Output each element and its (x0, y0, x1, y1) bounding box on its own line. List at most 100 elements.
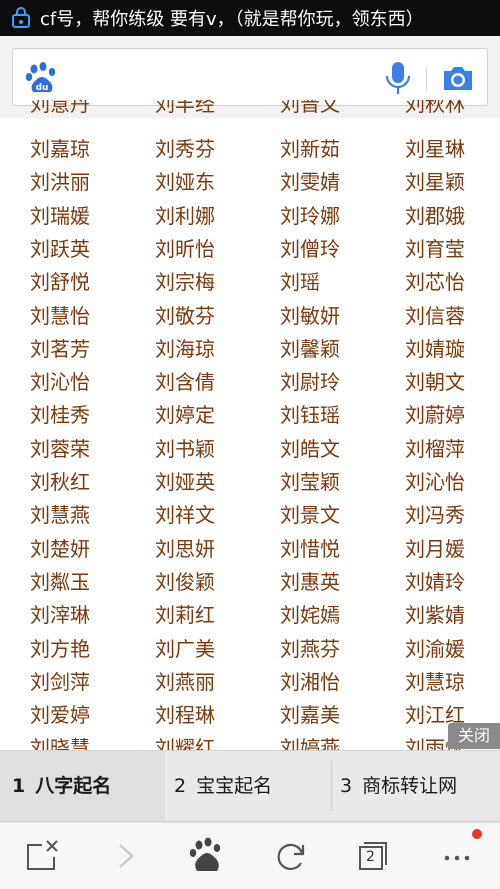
name-cell[interactable]: 刘沁怡 (405, 466, 500, 499)
name-cell[interactable]: 刘宗梅 (155, 266, 265, 299)
name-cell[interactable]: 刘慧怡 (30, 300, 140, 333)
close-button[interactable]: 关闭 (448, 723, 500, 749)
names-row: 刘秋红 刘娅英 刘莹颖 刘沁怡 (0, 466, 500, 499)
tabs-button[interactable]: 2 (350, 833, 396, 879)
name-cell[interactable]: 刘嘉美 (280, 699, 390, 732)
name-cell[interactable]: 刘姹嫣 (280, 599, 390, 632)
suggestion-item-2[interactable]: 2 宝宝起名 (166, 751, 331, 821)
name-cell[interactable]: 刘洪丽 (30, 166, 140, 199)
name-cell[interactable]: 刘惠英 (280, 566, 390, 599)
name-cell[interactable]: 刘耀红 (155, 732, 265, 750)
name-cell[interactable]: 刘婷燕 (280, 732, 390, 750)
name-cell[interactable]: 刘燕芬 (280, 633, 390, 666)
name-cell[interactable]: 刘桂秀 (30, 399, 140, 432)
name-cell[interactable]: 刘楚妍 (30, 533, 140, 566)
name-cell[interactable]: 刘惜悦 (280, 533, 390, 566)
name-cell[interactable]: 刘跃英 (30, 233, 140, 266)
name-cell[interactable]: 刘瑶 (280, 266, 390, 299)
name-cell[interactable]: 刘意丹 (30, 100, 140, 121)
name-cell[interactable]: 刘冯秀 (405, 499, 500, 532)
name-cell[interactable]: 刘景文 (280, 499, 390, 532)
name-cell[interactable]: 刘紫婧 (405, 599, 500, 632)
name-cell[interactable]: 刘茗芳 (30, 333, 140, 366)
name-cell[interactable]: 刘新茹 (280, 133, 390, 166)
name-cell[interactable]: 刘祥文 (155, 499, 265, 532)
name-cell[interactable]: 刘星颖 (405, 166, 500, 199)
name-cell[interactable]: 刘海琼 (155, 333, 265, 366)
name-cell[interactable]: 刘舒悦 (30, 266, 140, 299)
name-cell[interactable]: 刘方艳 (30, 633, 140, 666)
name-cell[interactable]: 刘晓慧 (30, 732, 140, 750)
name-cell[interactable]: 刘晋文 (280, 100, 390, 121)
name-cell[interactable]: 刘含倩 (155, 366, 265, 399)
status-bar: cf号，帮你练级 要有v，（就是帮你玩，领东西） (0, 0, 500, 36)
name-cell[interactable]: 刘滓琳 (30, 599, 140, 632)
more-icon[interactable] (434, 833, 480, 879)
name-cell[interactable]: 刘敏妍 (280, 300, 390, 333)
name-cell[interactable]: 刘尉玲 (280, 366, 390, 399)
name-cell[interactable]: 刘剑萍 (30, 666, 140, 699)
name-cell[interactable]: 刘丰经 (155, 100, 265, 121)
name-cell[interactable]: 刘敬芬 (155, 300, 265, 333)
name-cell[interactable]: 刘钰瑶 (280, 399, 390, 432)
name-cell[interactable]: 刘渝媛 (405, 633, 500, 666)
name-cell[interactable]: 刘昕怡 (155, 233, 265, 266)
camera-icon[interactable] (441, 63, 475, 93)
close-page-icon[interactable] (20, 833, 66, 879)
name-cell[interactable]: 刘月媛 (405, 533, 500, 566)
name-cell[interactable]: 刘僧玲 (280, 233, 390, 266)
search-input[interactable]: du (12, 48, 488, 106)
name-cell[interactable]: 刘榴萍 (405, 433, 500, 466)
name-cell[interactable]: 刘蔚婷 (405, 399, 500, 432)
name-cell[interactable]: 刘燕丽 (155, 666, 265, 699)
name-cell[interactable]: 刘朝文 (405, 366, 500, 399)
name-cell[interactable]: 刘利娜 (155, 200, 265, 233)
name-cell[interactable]: 刘娅东 (155, 166, 265, 199)
name-cell[interactable]: 刘秀芬 (155, 133, 265, 166)
baidu-home-icon[interactable] (184, 833, 230, 879)
name-cell[interactable]: 刘莉红 (155, 599, 265, 632)
name-cell[interactable]: 刘沁怡 (30, 366, 140, 399)
name-cell[interactable]: 刘娅英 (155, 466, 265, 499)
name-cell[interactable]: 刘慧琼 (405, 666, 500, 699)
name-cell[interactable]: 刘馨颖 (280, 333, 390, 366)
suggestion-number: 1 (12, 775, 26, 797)
name-cell[interactable]: 刘秋红 (30, 466, 140, 499)
name-cell[interactable]: 刘粼玉 (30, 566, 140, 599)
name-cell[interactable]: 刘皓文 (280, 433, 390, 466)
name-cell[interactable]: 刘蓉荣 (30, 433, 140, 466)
name-cell[interactable]: 刘婧璇 (405, 333, 500, 366)
microphone-icon[interactable] (385, 61, 411, 95)
name-cell[interactable]: 刘玲娜 (280, 200, 390, 233)
name-cell[interactable]: 刘程琳 (155, 699, 265, 732)
name-cell[interactable]: 刘湘怡 (280, 666, 390, 699)
names-row: 刘蓉荣 刘书颖 刘皓文 刘榴萍 (0, 433, 500, 466)
name-cell[interactable]: 刘嘉琼 (30, 133, 140, 166)
name-cell[interactable]: 刘芯怡 (405, 266, 500, 299)
name-cell[interactable]: 刘书颖 (155, 433, 265, 466)
names-row: 刘瑞媛 刘利娜 刘玲娜 刘郡娥 (0, 200, 500, 233)
suggestion-number: 2 (174, 775, 187, 797)
name-cell[interactable]: 刘思妍 (155, 533, 265, 566)
baidu-paw-icon[interactable]: du (25, 62, 59, 94)
name-cell[interactable]: 刘慧燕 (30, 499, 140, 532)
suggestion-item-1[interactable]: 1 八字起名 (0, 751, 165, 821)
name-cell[interactable]: 刘信蓉 (405, 300, 500, 333)
name-cell[interactable]: 刘俊颖 (155, 566, 265, 599)
name-cell[interactable]: 刘广美 (155, 633, 265, 666)
name-cell[interactable]: 刘瑞媛 (30, 200, 140, 233)
name-cell[interactable]: 刘星琳 (405, 133, 500, 166)
suggestion-label: 宝宝起名 (196, 775, 273, 797)
name-cell[interactable]: 刘育莹 (405, 233, 500, 266)
name-cell[interactable]: 刘莹颖 (280, 466, 390, 499)
name-cell[interactable]: 刘婧玲 (405, 566, 500, 599)
forward-icon[interactable] (102, 833, 148, 879)
suggestion-item-3[interactable]: 3 商标转让网 (332, 751, 500, 821)
name-cell[interactable]: 刘雯婧 (280, 166, 390, 199)
names-grid: 刘意丹 刘丰经 刘晋文 刘秋林 刘嘉琼 刘秀芬 刘新茹 刘星琳刘洪丽 刘娅东 刘雯婧 刘星颖… (0, 100, 500, 750)
name-cell[interactable]: 刘郡娥 (405, 200, 500, 233)
name-cell[interactable]: 刘爱婷 (30, 699, 140, 732)
name-cell[interactable]: 刘秋林 (405, 100, 500, 121)
name-cell[interactable]: 刘婷定 (155, 399, 265, 432)
refresh-icon[interactable] (268, 833, 314, 879)
